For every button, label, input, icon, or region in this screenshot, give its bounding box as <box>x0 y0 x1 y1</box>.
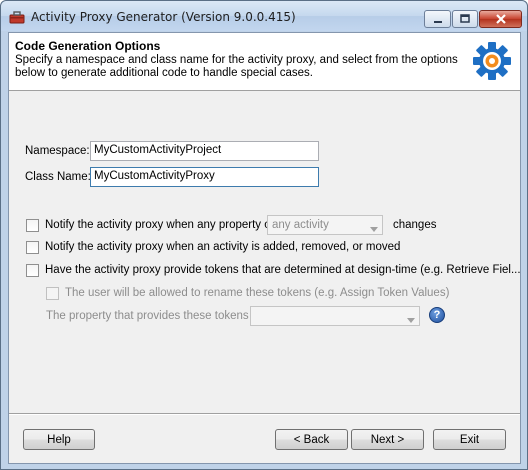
page-description: Specify a namespace and class name for t… <box>15 54 458 79</box>
notify-property-suffix: changes <box>393 219 437 231</box>
rename-tokens-label: The user will be allowed to rename these… <box>65 287 450 299</box>
title-bar[interactable]: Activity Proxy Generator (Version 9.0.0.… <box>1 1 527 31</box>
namespace-label: Namespace: <box>25 145 90 157</box>
wizard-header: Code Generation Options Specify a namesp… <box>9 33 520 91</box>
notify-activity-checkbox[interactable] <box>26 241 39 254</box>
minimize-icon <box>425 11 450 27</box>
token-property-dropdown[interactable] <box>250 306 420 326</box>
close-icon <box>480 11 521 27</box>
minimize-button[interactable] <box>424 10 451 28</box>
activity-scope-dropdown[interactable]: any activity <box>267 215 383 235</box>
gear-icon <box>471 40 513 82</box>
close-button[interactable] <box>479 10 522 28</box>
rename-tokens-checkbox[interactable] <box>46 287 59 300</box>
next-button[interactable]: Next > <box>351 429 424 450</box>
page-title: Code Generation Options <box>15 39 161 53</box>
namespace-input[interactable]: MyCustomActivityProject <box>90 141 319 161</box>
token-property-label: The property that provides these tokens … <box>46 310 264 322</box>
tokens-checkbox[interactable] <box>26 264 39 277</box>
notify-activity-label[interactable]: Notify the activity proxy when an activi… <box>45 241 400 253</box>
classname-input[interactable]: MyCustomActivityProxy <box>90 167 319 187</box>
classname-label: Class Name: <box>25 171 91 183</box>
maximize-button[interactable] <box>452 10 478 28</box>
notify-property-label[interactable]: Notify the activity proxy when any prope… <box>45 219 277 231</box>
chevron-down-icon <box>370 223 378 235</box>
help-button[interactable]: Help <box>23 429 95 450</box>
maximize-icon <box>453 11 477 27</box>
window-title: Activity Proxy Generator (Version 9.0.0.… <box>31 10 296 24</box>
chevron-down-icon <box>407 314 415 326</box>
toolbox-icon <box>9 9 25 25</box>
exit-button[interactable]: Exit <box>433 429 506 450</box>
help-icon[interactable]: ? <box>429 307 445 323</box>
notify-property-checkbox[interactable] <box>26 219 39 232</box>
back-button[interactable]: < Back <box>275 429 348 450</box>
activity-scope-value: any activity <box>272 219 329 231</box>
footer-separator <box>9 413 520 415</box>
tokens-label[interactable]: Have the activity proxy provide tokens t… <box>45 264 521 276</box>
app-window: Activity Proxy Generator (Version 9.0.0.… <box>0 0 528 470</box>
wizard-body: Code Generation Options Specify a namesp… <box>8 32 521 464</box>
